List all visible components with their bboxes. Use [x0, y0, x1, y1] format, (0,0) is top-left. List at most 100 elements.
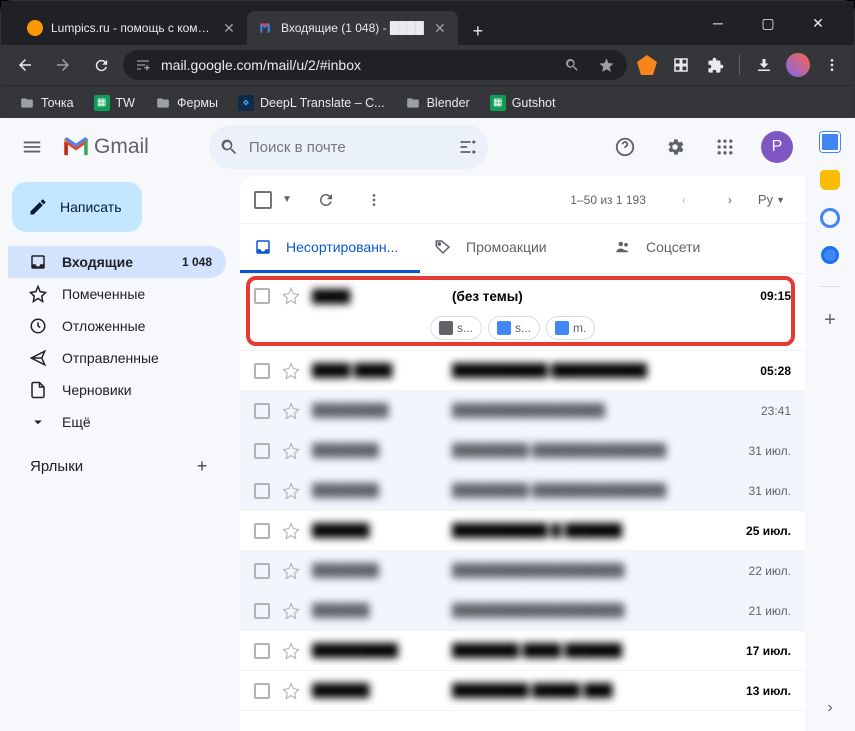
row-checkbox[interactable]	[254, 683, 270, 699]
search-input[interactable]	[249, 139, 448, 156]
sidebar-item-inbox[interactable]: Входящие1 048	[8, 246, 226, 278]
calendar-app-icon[interactable]	[820, 132, 840, 152]
mail-row[interactable]: ██████ ██████████ █ ██████ 25 июл.	[240, 511, 805, 551]
site-settings-icon[interactable]	[135, 57, 151, 73]
star-icon[interactable]	[282, 402, 302, 420]
sidebar-item-star[interactable]: Помеченные	[8, 278, 226, 310]
input-lang-button[interactable]: Ру▼	[752, 192, 791, 207]
tab-close-icon[interactable]: ✕	[221, 20, 237, 36]
address-omnibox[interactable]: mail.googlе.com/mail/u/2/#inbox	[123, 50, 627, 80]
row-checkbox[interactable]	[254, 643, 270, 659]
row-sender: █████████	[312, 643, 452, 658]
prev-page-button[interactable]: ‹	[666, 182, 702, 218]
attachment-chip[interactable]: m.	[546, 316, 595, 340]
mail-row[interactable]: ██████ ████████ █████ ███ 13 июл.	[240, 671, 805, 711]
maximize-button[interactable]: ▢	[748, 7, 788, 39]
extensions-puzzle-icon[interactable]	[701, 51, 729, 79]
gmail-logo[interactable]: Gmail	[62, 135, 149, 159]
search-in-page-icon[interactable]	[564, 57, 580, 73]
sidebar-item-clock[interactable]: Отложенные	[8, 310, 226, 342]
account-avatar[interactable]: P	[761, 131, 793, 163]
more-actions-icon[interactable]	[356, 182, 392, 218]
bookmark-label: Точка	[41, 96, 74, 110]
category-tab-inbox[interactable]: Несортированн...	[240, 224, 420, 273]
minimize-button[interactable]: ─	[698, 7, 738, 39]
mail-row[interactable]: ████████ ████████████████ 23:41	[240, 391, 805, 431]
keep-app-icon[interactable]	[820, 170, 840, 190]
bookmark-item[interactable]: Точка	[11, 92, 82, 114]
tab-close-icon[interactable]: ✕	[432, 20, 448, 36]
extension-metamask-icon[interactable]	[633, 51, 661, 79]
row-checkbox[interactable]	[254, 603, 270, 619]
downloads-icon[interactable]	[750, 51, 778, 79]
row-checkbox[interactable]	[254, 443, 270, 459]
sidebar-item-draft[interactable]: Черновики	[8, 374, 226, 406]
mail-row[interactable]: ██████ ██████████████████ 21 июл.	[240, 591, 805, 631]
row-checkbox[interactable]	[254, 403, 270, 419]
next-page-button[interactable]: ›	[712, 182, 748, 218]
bookmark-item[interactable]: ▦TW	[86, 91, 143, 115]
star-icon[interactable]	[282, 522, 302, 540]
add-app-button[interactable]: +	[824, 309, 836, 332]
compose-button[interactable]: Написать	[12, 182, 142, 232]
new-tab-button[interactable]: +	[464, 17, 492, 45]
tasks-app-icon[interactable]	[820, 208, 840, 228]
star-icon[interactable]	[282, 642, 302, 660]
browser-tab-lumpics[interactable]: Lumpics.ru - помощь с компью ✕	[17, 11, 247, 45]
bookmark-star-icon[interactable]	[598, 57, 615, 74]
row-checkbox[interactable]	[254, 563, 270, 579]
row-time: 09:15	[736, 289, 791, 303]
mail-row[interactable]: ███████ ██████████████████ 22 июл.	[240, 551, 805, 591]
category-tab-people[interactable]: Соцсети	[600, 224, 780, 273]
star-icon[interactable]	[282, 682, 302, 700]
main-menu-button[interactable]	[12, 127, 52, 167]
sidebar-item-more[interactable]: Ещё	[8, 406, 226, 438]
row-checkbox[interactable]	[254, 288, 270, 304]
row-checkbox[interactable]	[254, 363, 270, 379]
star-icon[interactable]	[282, 482, 302, 500]
bookmark-item[interactable]: ▦Gutshot	[482, 91, 564, 115]
settings-gear-icon[interactable]	[655, 127, 695, 167]
star-icon[interactable]	[282, 602, 302, 620]
apps-grid-icon[interactable]	[705, 127, 745, 167]
forward-button[interactable]	[47, 49, 79, 81]
contacts-app-icon[interactable]	[821, 246, 839, 264]
row-checkbox[interactable]	[254, 483, 270, 499]
bookmark-item[interactable]: ⋄DeepL Translate – С...	[230, 91, 393, 115]
attachment-chip[interactable]: s...	[488, 316, 540, 340]
category-tab-tag[interactable]: Промоакции	[420, 224, 600, 273]
refresh-button[interactable]	[308, 182, 344, 218]
star-icon[interactable]	[282, 287, 302, 305]
close-window-button[interactable]: ✕	[798, 7, 838, 39]
mail-row[interactable]: ███████ ████████ ██████████████ 31 июл.	[240, 431, 805, 471]
reload-button[interactable]	[85, 49, 117, 81]
row-checkbox[interactable]	[254, 523, 270, 539]
mail-row[interactable]: ████ ████ ██████████ ██████████ 05:28	[240, 351, 805, 391]
select-dropdown-icon[interactable]: ▼	[278, 194, 296, 205]
mail-row[interactable]: █████████ ███████ ████ ██████ 17 июл.	[240, 631, 805, 671]
search-box[interactable]	[209, 125, 488, 169]
collapse-panel-icon[interactable]: ›	[827, 699, 832, 717]
mail-row[interactable]: ███████ ████████ ██████████████ 31 июл.	[240, 471, 805, 511]
bookmark-item[interactable]: Blender	[397, 92, 478, 114]
add-label-button[interactable]: +	[188, 452, 216, 480]
select-all-checkbox[interactable]	[254, 191, 272, 209]
people-icon	[614, 238, 632, 256]
star-icon[interactable]	[282, 442, 302, 460]
extension-icon[interactable]	[667, 51, 695, 79]
back-button[interactable]	[9, 49, 41, 81]
tab-title: Входящие (1 048) - ████	[281, 21, 424, 35]
browser-tab-gmail[interactable]: Входящие (1 048) - ████ ✕	[247, 11, 458, 45]
star-icon[interactable]	[282, 362, 302, 380]
sidebar-item-send[interactable]: Отправленные	[8, 342, 226, 374]
search-options-icon[interactable]	[458, 137, 478, 157]
browser-tabs: Lumpics.ru - помощь с компью ✕ Входящие …	[9, 1, 698, 45]
mail-list[interactable]: ████ (без темы) 09:15 s...s...m. ████ ██…	[240, 274, 805, 731]
bookmark-item[interactable]: Фермы	[147, 92, 226, 114]
star-icon[interactable]	[282, 562, 302, 580]
help-icon[interactable]	[605, 127, 645, 167]
profile-avatar[interactable]	[784, 51, 812, 79]
attachment-chip[interactable]: s...	[430, 316, 482, 340]
mail-row-highlighted[interactable]: ████ (без темы) 09:15	[240, 280, 805, 312]
browser-menu-icon[interactable]	[818, 51, 846, 79]
